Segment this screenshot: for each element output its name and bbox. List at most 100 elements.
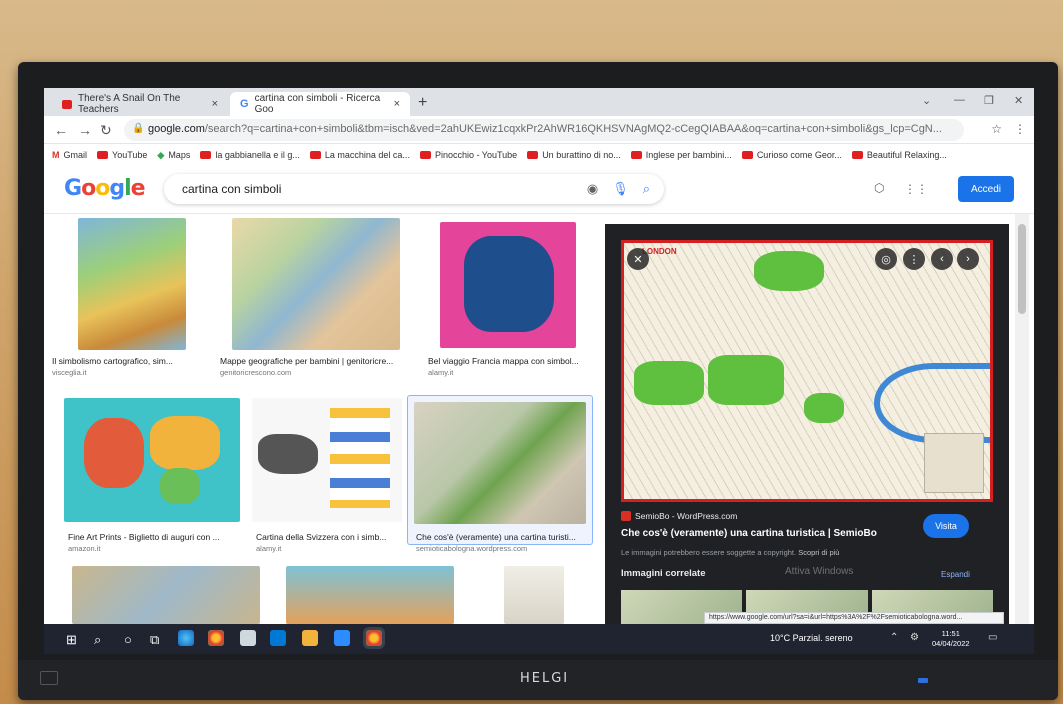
bookmark-un-burattino-di-no[interactable]: Un burattino di no... [527, 150, 621, 160]
bookmark-inglese-per-bambini[interactable]: Inglese per bambini... [630, 150, 732, 160]
tab-google-search[interactable]: G cartina con simboli - Ricerca Goo × [230, 92, 410, 116]
screen: There's A Snail On The Teachers × G cart… [44, 88, 1034, 654]
labs-icon[interactable]: ⬡ [874, 181, 884, 195]
bookmark-curioso-come-geor[interactable]: Curioso come Geor... [741, 150, 842, 160]
chevron-right-icon[interactable]: › [957, 248, 979, 270]
result-source[interactable]: alamy.it [256, 544, 281, 553]
youtube-icon [419, 151, 431, 159]
camera-icon[interactable]: ◉ [587, 181, 598, 197]
chevron-down-icon[interactable]: ⌄ [922, 94, 931, 107]
bookmark-beautiful-relaxing[interactable]: Beautiful Relaxing... [851, 150, 947, 160]
maximize-icon[interactable]: ❐ [984, 94, 994, 107]
reload-icon[interactable]: ↻ [100, 122, 112, 139]
network-icon[interactable]: ⚙ [910, 632, 919, 643]
preview-source[interactable]: SemioBo - WordPress.com [621, 511, 737, 521]
result-title[interactable]: Fine Art Prints - Biglietto di auguri co… [68, 532, 233, 542]
bookmark-la-gabbianella-e-il-g[interactable]: la gabbianella e il g... [200, 150, 300, 160]
youtube-icon [62, 99, 73, 109]
bookmark-la-macchina-del-ca[interactable]: La macchina del ca... [309, 150, 410, 160]
bookmark-youtube[interactable]: YouTube [97, 150, 147, 160]
scroll-thumb[interactable] [1018, 224, 1026, 314]
address-bar: ← → ↻ 🔒 google.com/search?q=cartina+con+… [44, 116, 1034, 144]
tv-power-led [918, 678, 928, 683]
forward-icon[interactable]: → [78, 122, 92, 138]
result-title[interactable]: Che cos'è (veramente) una cartina turist… [416, 532, 586, 542]
maps-icon: ◆ [157, 149, 165, 160]
chevron-up-icon[interactable]: ⌃ [890, 632, 898, 643]
google-logo[interactable]: Google [64, 176, 146, 201]
result-thumbnail[interactable] [414, 402, 586, 524]
result-source[interactable]: amazon.it [68, 544, 101, 553]
menu-dots-icon[interactable]: ⋮ [1014, 122, 1026, 136]
result-title[interactable]: Cartina della Svizzera con i simb... [256, 532, 398, 542]
scrollbar[interactable] [1015, 214, 1029, 624]
preview-image[interactable]: LONDON [621, 240, 993, 502]
bookmark-maps[interactable]: ◆ Maps [157, 150, 190, 161]
tab-bar: There's A Snail On The Teachers × G cart… [44, 88, 1034, 116]
result-title[interactable]: Il simbolismo cartografico, sim... [52, 356, 202, 366]
result-thumbnail[interactable] [78, 218, 186, 350]
chrome-icon[interactable] [208, 630, 224, 646]
minimize-icon[interactable]: — [954, 94, 965, 106]
result-thumbnail[interactable] [232, 218, 400, 350]
youtube-icon [630, 151, 642, 159]
edge-icon[interactable] [178, 630, 194, 646]
bookmark-pinocchio-youtube[interactable]: Pinocchio - YouTube [419, 150, 517, 160]
tv-button[interactable] [40, 671, 58, 685]
close-tab-icon[interactable]: × [394, 98, 400, 110]
star-icon[interactable]: ☆ [991, 122, 1002, 136]
learn-more-link[interactable]: Scopri di più [798, 548, 839, 557]
close-preview-icon[interactable]: ✕ [627, 248, 649, 270]
chrome-active-icon[interactable] [366, 630, 382, 646]
result-thumbnail[interactable] [72, 566, 260, 624]
search-icon[interactable]: ⌕ [643, 181, 650, 197]
youtube-icon [527, 151, 539, 159]
windows-start-icon[interactable]: ⊞ [66, 632, 77, 648]
microphone-icon[interactable]: 🎙 [612, 181, 629, 197]
mail-icon[interactable] [270, 630, 286, 646]
zoom-icon[interactable] [334, 630, 350, 646]
chevron-left-icon[interactable]: ‹ [931, 248, 953, 270]
expand-link[interactable]: Espandi [941, 570, 970, 579]
url-input[interactable]: 🔒 google.com/search?q=cartina+con+simbol… [124, 119, 964, 141]
result-source[interactable]: visceglia.it [52, 368, 87, 377]
calendar-icon[interactable] [240, 630, 256, 646]
lens-icon[interactable]: ◎ [875, 248, 897, 270]
result-title[interactable]: Mappe geografiche per bambini | genitori… [220, 356, 405, 366]
bookmark-gmail[interactable]: M Gmail [52, 150, 87, 160]
youtube-icon [200, 151, 212, 159]
result-source[interactable]: semioticabologna.wordpress.com [416, 544, 527, 553]
cortana-icon[interactable]: ○ [124, 632, 132, 647]
apps-grid-icon[interactable]: ⋮⋮ [904, 182, 928, 196]
result-source[interactable]: genitoricrescono.com [220, 368, 291, 377]
bookmarks-bar: M Gmail YouTube ◆ Maps la gabbianella e il g.… [44, 144, 1034, 166]
youtube-icon [309, 151, 321, 159]
bookmark-label: YouTube [112, 150, 148, 160]
task-view-icon[interactable]: ⧉ [150, 632, 159, 648]
search-input[interactable]: cartina con simboli ◉ 🎙 ⌕ [164, 174, 664, 204]
close-tab-icon[interactable]: × [212, 98, 218, 110]
clock[interactable]: 11:51 04/04/2022 [932, 629, 970, 649]
result-thumbnail[interactable] [504, 566, 564, 624]
more-options-icon[interactable]: ⋮ [903, 248, 925, 270]
result-thumbnail[interactable] [286, 566, 454, 624]
result-thumbnail[interactable] [252, 398, 402, 522]
file-explorer-icon[interactable] [302, 630, 318, 646]
notifications-icon[interactable]: ▭ [988, 632, 997, 643]
preview-title[interactable]: Che cos'è (veramente) una cartina turist… [621, 528, 877, 539]
visit-button[interactable]: Visita [923, 514, 969, 538]
search-icon[interactable]: ⌕ [94, 632, 101, 648]
new-tab-button[interactable]: + [418, 94, 427, 112]
login-button[interactable]: Accedi [958, 176, 1014, 202]
result-thumbnail[interactable] [64, 398, 240, 522]
weather-widget[interactable]: 10°C Parzial. sereno [770, 633, 853, 643]
result-thumbnail[interactable] [440, 222, 576, 348]
image-results-grid: Il simbolismo cartografico, sim... visce… [44, 214, 600, 624]
tab-snail[interactable]: There's A Snail On The Teachers × [52, 92, 228, 116]
close-window-icon[interactable]: ✕ [1014, 94, 1023, 107]
bookmark-label: Beautiful Relaxing... [866, 150, 947, 160]
result-title[interactable]: Bel viaggio Francia mappa con simbol... [428, 356, 588, 366]
bookmark-label: Curioso come Geor... [756, 150, 842, 160]
back-icon[interactable]: ← [54, 122, 68, 138]
result-source[interactable]: alamy.it [428, 368, 453, 377]
